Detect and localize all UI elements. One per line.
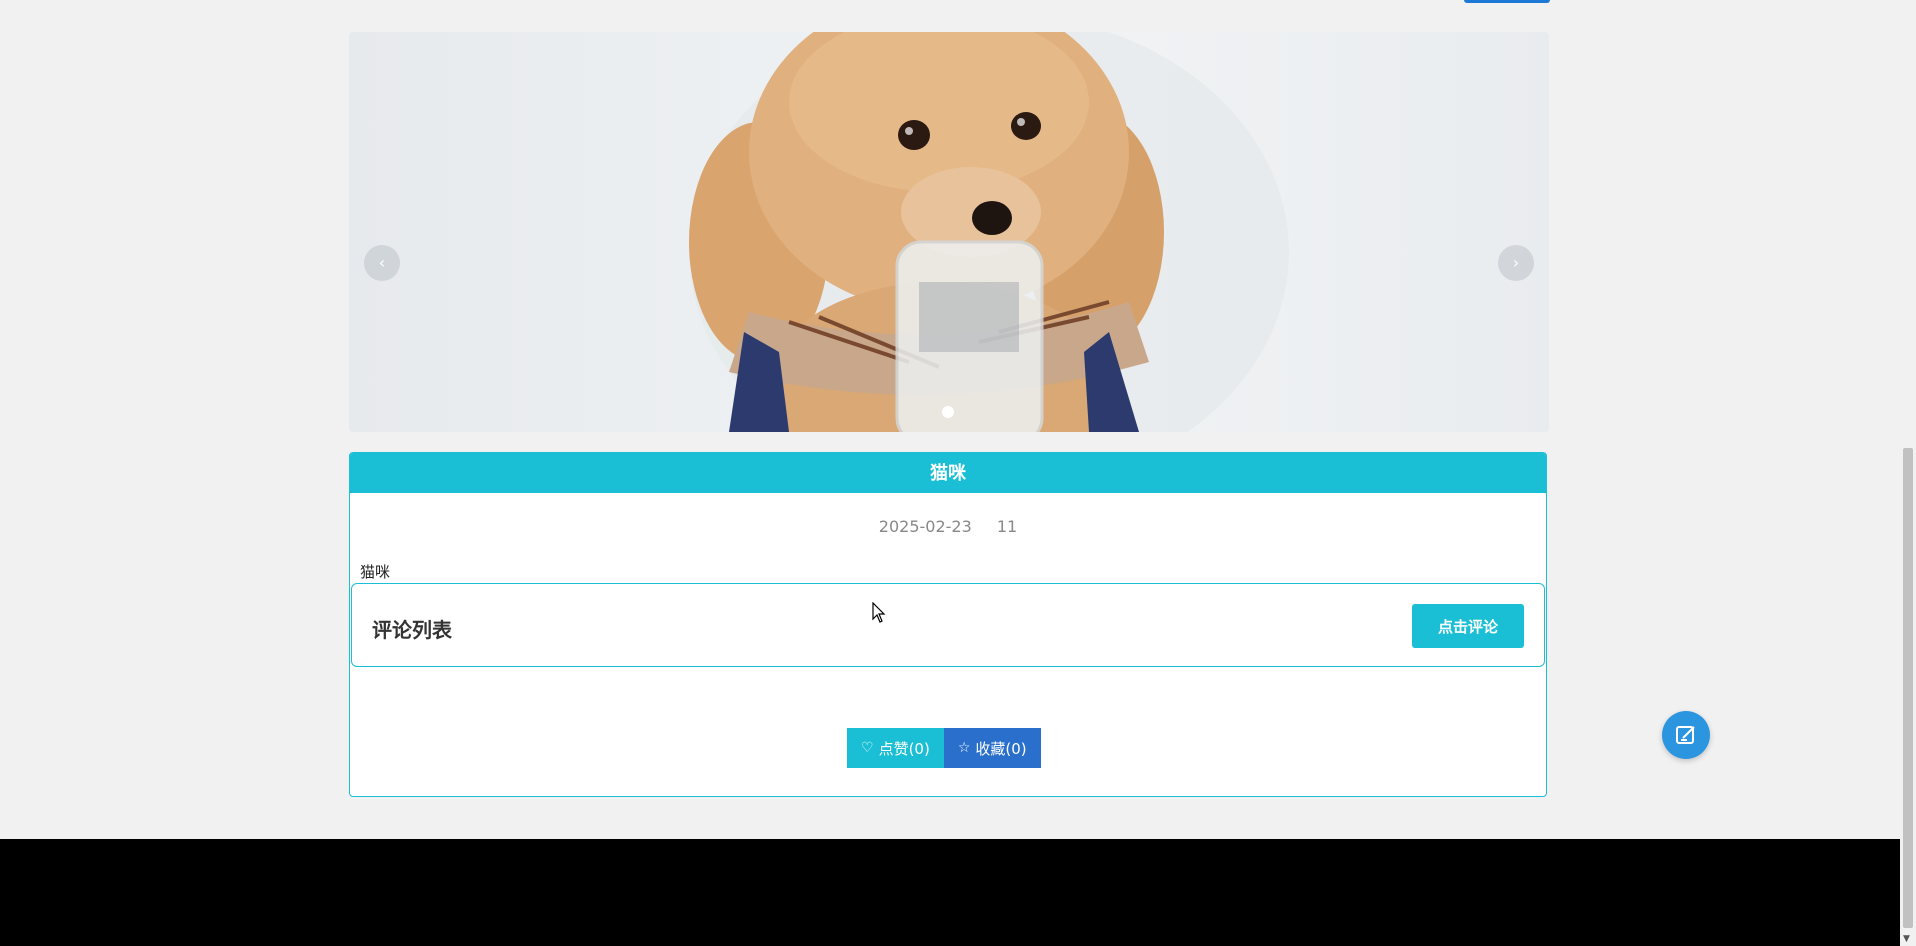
dog-photo: [689, 32, 1289, 432]
carousel-indicator-dot[interactable]: [942, 406, 954, 418]
page-title: 猫咪: [350, 453, 1546, 493]
action-buttons: ♡ 点赞(0) ☆ 收藏(0): [847, 728, 1041, 768]
scroll-down-arrow-icon[interactable]: ▼: [1903, 934, 1910, 944]
add-comment-button[interactable]: 点击评论: [1412, 604, 1524, 648]
edit-icon: [1676, 726, 1695, 744]
collect-label: 收藏(0): [975, 739, 1027, 758]
heart-icon: ♡: [861, 740, 874, 756]
chevron-right-icon: ›: [1512, 253, 1520, 272]
mouse-cursor-icon: [872, 602, 886, 623]
collect-button[interactable]: ☆ 收藏(0): [943, 728, 1041, 768]
chevron-left-icon: ‹: [378, 253, 386, 272]
vertical-scrollbar[interactable]: ▼: [1900, 0, 1916, 946]
meta-row: 2025-02-23 11: [350, 517, 1546, 536]
carousel-next-button[interactable]: ›: [1498, 245, 1534, 281]
article-content: 猫咪: [360, 563, 391, 581]
comment-section: 评论列表 点击评论: [351, 583, 1545, 667]
top-button-edge[interactable]: [1464, 0, 1550, 3]
page-footer: [0, 839, 1900, 946]
star-icon: ☆: [957, 740, 971, 756]
scrollbar-thumb[interactable]: [1903, 448, 1913, 928]
like-label: 点赞(0): [878, 739, 930, 758]
image-carousel: ‹ ›: [349, 32, 1549, 432]
view-count: 11: [996, 517, 1018, 536]
detail-card: 猫咪 2025-02-23 11 猫咪 评论列表 点击评论 ♡ 点赞(0) ☆ …: [349, 452, 1547, 797]
publish-date: 2025-02-23: [878, 517, 972, 536]
floating-edit-button[interactable]: [1662, 711, 1710, 759]
carousel-prev-button[interactable]: ‹: [364, 245, 400, 281]
comment-list-title: 评论列表: [372, 618, 452, 642]
like-button[interactable]: ♡ 点赞(0): [847, 728, 944, 768]
page: ‹ › 猫咪 2025-02-23 11 猫咪 评论列表 点击评论 ♡ 点赞(0…: [0, 0, 1916, 946]
